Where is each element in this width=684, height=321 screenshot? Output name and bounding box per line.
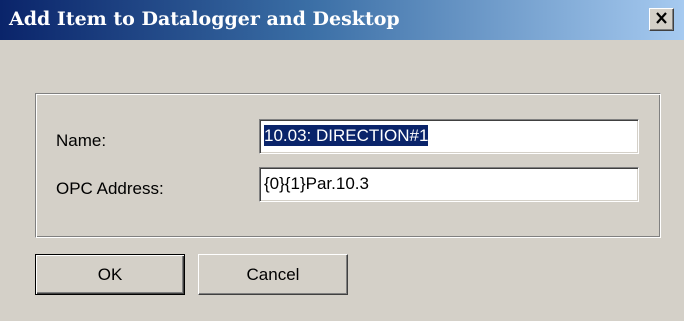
name-label: Name: [56, 131, 107, 150]
ok-button[interactable]: OK [35, 254, 185, 295]
name-field-value: 10.03: DIRECTION#1 [264, 125, 429, 146]
ok-button-label: OK [97, 264, 123, 284]
cancel-button[interactable]: Cancel [198, 254, 348, 295]
opc-address-label: OPC Address: [56, 179, 164, 198]
opc-address-field[interactable]: {0}{1}Par.10.3 [259, 167, 639, 202]
item-groupbox: Name: 10.03: DIRECTION#1 OPC Address: {0… [35, 93, 661, 238]
close-icon [655, 11, 668, 29]
add-item-dialog: Add Item to Datalogger and Desktop Name:… [0, 0, 684, 321]
title-bar[interactable]: Add Item to Datalogger and Desktop [0, 0, 684, 40]
cancel-button-label: Cancel [246, 264, 300, 284]
name-field[interactable]: 10.03: DIRECTION#1 [259, 119, 639, 154]
opc-address-field-value: {0}{1}Par.10.3 [264, 174, 369, 193]
close-button[interactable] [649, 8, 674, 31]
window-title: Add Item to Datalogger and Desktop [9, 8, 400, 30]
